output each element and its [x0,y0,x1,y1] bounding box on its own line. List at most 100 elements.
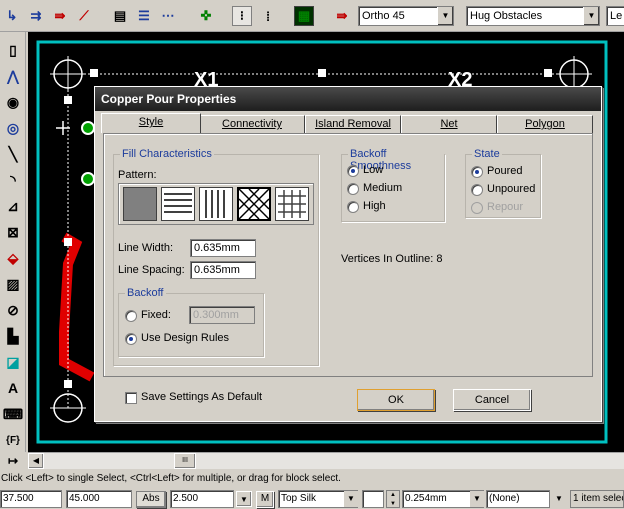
net-select[interactable]: (None) [486,490,550,508]
color-swatch[interactable] [362,490,384,508]
backoff-fixed-radio[interactable] [125,310,137,322]
tab-label: Connectivity [222,118,282,130]
route-bus-icon[interactable]: ⇛ [50,6,70,26]
line-icon[interactable]: ╲ [3,144,23,164]
line-width-input[interactable]: 0.635mm [190,239,256,257]
arc-icon[interactable]: ◝ [3,170,23,190]
route-icon[interactable]: ↳ [2,6,22,26]
chevron-down-icon[interactable]: ▼ [437,7,453,25]
tab-label: Net [440,118,458,130]
tab-style[interactable]: Style [101,113,201,133]
board-icon[interactable]: ▦ [294,6,314,26]
chevron-down-icon[interactable]: ▼ [552,491,566,507]
bottom-status-bar: 37.500 45.000 Abs 2.500 ▼ M Top Silk ▼ ▲… [0,489,624,509]
chevron-down-icon[interactable]: ▼ [470,491,484,507]
abs-toggle-button[interactable]: Abs [136,491,166,508]
pad-icon[interactable]: ◎ [3,118,23,138]
line-spacing-input[interactable]: 0.635mm [190,261,256,279]
pattern-horizontal-button[interactable] [161,187,195,221]
region-icon[interactable]: ◪ [3,352,23,372]
state-poured-radio[interactable] [471,166,483,178]
component-icon[interactable]: ✜ [196,6,216,26]
via-icon[interactable]: ◉ [3,92,23,112]
save-default-checkbox[interactable] [125,392,137,404]
arc-route-icon[interactable]: ⟋ [74,6,94,26]
pad [81,172,95,186]
m-toggle-button[interactable]: M [256,491,274,508]
vertices-label: Vertices In Outline: 8 [341,253,443,265]
document-icon[interactable]: ▤ [110,6,130,26]
rectangle-icon[interactable]: ⊠ [3,222,23,242]
state-unpoured-label: Unpoured [487,183,536,195]
status-message: Click <Left> to single Select, <Ctrl<Lef… [0,470,624,488]
fill-icon[interactable]: ⬙ [3,248,23,268]
ok-button[interactable]: OK [357,389,435,411]
horizontal-scrollbar[interactable]: ◀ III [28,452,624,469]
line-width-label: Line Width: [118,242,174,254]
bracket-right-icon[interactable]: ⁞ [258,6,278,26]
selection-count: 1 item selec [570,490,624,508]
routing-mode-select[interactable]: Ortho 45 ▼ [358,6,454,26]
state-repour-label: Repour [487,201,524,213]
smoothness-high-radio[interactable] [347,201,359,213]
scroll-thumb[interactable]: III [174,453,196,469]
layer-icon[interactable]: ▙ [3,326,23,346]
vertices-value: 8 [436,253,443,265]
keepout-icon[interactable]: ⊘ [3,300,23,320]
dimension-icon[interactable]: ↦ [3,454,23,470]
left-toolbar: ▯ ⋀ ◉ ◎ ╲ ◝ ⊿ ⊠ ⬙ ▨ ⊘ ▙ ◪ A ⌨ {F} [0,32,26,452]
component-place-icon[interactable]: ▯ [3,40,23,60]
vertex-handle[interactable] [544,69,552,77]
top-toolbar: ↳ ⇉ ⇛ ⟋ ▤ ☰ ⋯ ✜ ⁝ ⁞ ▦ ⇛ Ortho 45 ▼ Hug O… [0,0,624,32]
spinner-icon[interactable]: ▲ ▼ [386,490,400,508]
state-unpoured-radio[interactable] [471,184,483,196]
chevron-down-icon[interactable]: ▼ [344,491,358,507]
smoothness-medium-radio[interactable] [347,183,359,195]
smoothness-low-label: Low [363,164,384,176]
copper-pour-dialog: Copper Pour Properties Style Connectivit… [94,86,602,422]
vertex-handle[interactable] [64,238,72,246]
state-repour-radio[interactable] [471,202,483,214]
cancel-button[interactable]: Cancel [453,389,531,411]
list-icon[interactable]: ☰ [134,6,154,26]
function-icon[interactable]: {F} [3,430,23,450]
pattern-solid-button[interactable] [123,187,157,221]
pattern-label: Pattern: [118,169,157,181]
use-design-rules-label: Use Design Rules [141,332,230,344]
tab-label: Style [138,116,164,128]
text-icon[interactable]: A [3,378,23,398]
route-multi-icon[interactable]: ⇉ [26,6,46,26]
grid-value[interactable]: 2.500 [170,490,234,508]
overflow-select[interactable]: Le [606,6,624,26]
tab-net[interactable]: Net [401,115,497,133]
vertex-handle[interactable] [64,380,72,388]
save-default-label: Save Settings As Default [141,391,263,403]
tab-island-removal[interactable]: Island Removal [305,115,401,133]
use-design-rules-radio[interactable] [125,333,137,345]
group-title: Fill Characteristics [120,148,214,160]
align-icon[interactable]: ⋯ [158,6,178,26]
smoothness-low-radio[interactable] [347,165,359,177]
chevron-down-icon[interactable]: ▼ [583,7,599,25]
obstacle-mode-value: Hug Obstacles [470,10,543,22]
attribute-icon[interactable]: ⌨ [3,404,23,424]
pattern-grid-button[interactable] [275,187,309,221]
pour-icon[interactable]: ▨ [3,274,23,294]
bracket-left-icon[interactable]: ⁝ [232,6,252,26]
auto-route-icon[interactable]: ⇛ [332,6,352,26]
obstacle-mode-select[interactable]: Hug Obstacles ▼ [466,6,600,26]
connection-icon[interactable]: ⋀ [3,66,23,86]
tab-polygon[interactable]: Polygon [497,115,593,133]
chevron-down-icon[interactable]: ▼ [236,491,252,507]
state-poured-label: Poured [487,165,523,177]
tab-connectivity[interactable]: Connectivity [199,115,305,133]
pattern-diagonal-button[interactable] [237,187,271,221]
polyline-icon[interactable]: ⊿ [3,196,23,216]
vertex-handle[interactable] [90,69,98,77]
vertices-label-text: Vertices In Outline: [341,253,434,265]
vertex-handle[interactable] [318,69,326,77]
chevron-left-icon[interactable]: ◀ [28,453,44,469]
vertex-handle[interactable] [64,96,72,104]
fixed-value-input[interactable]: 0.300mm [189,306,255,324]
pattern-vertical-button[interactable] [199,187,233,221]
